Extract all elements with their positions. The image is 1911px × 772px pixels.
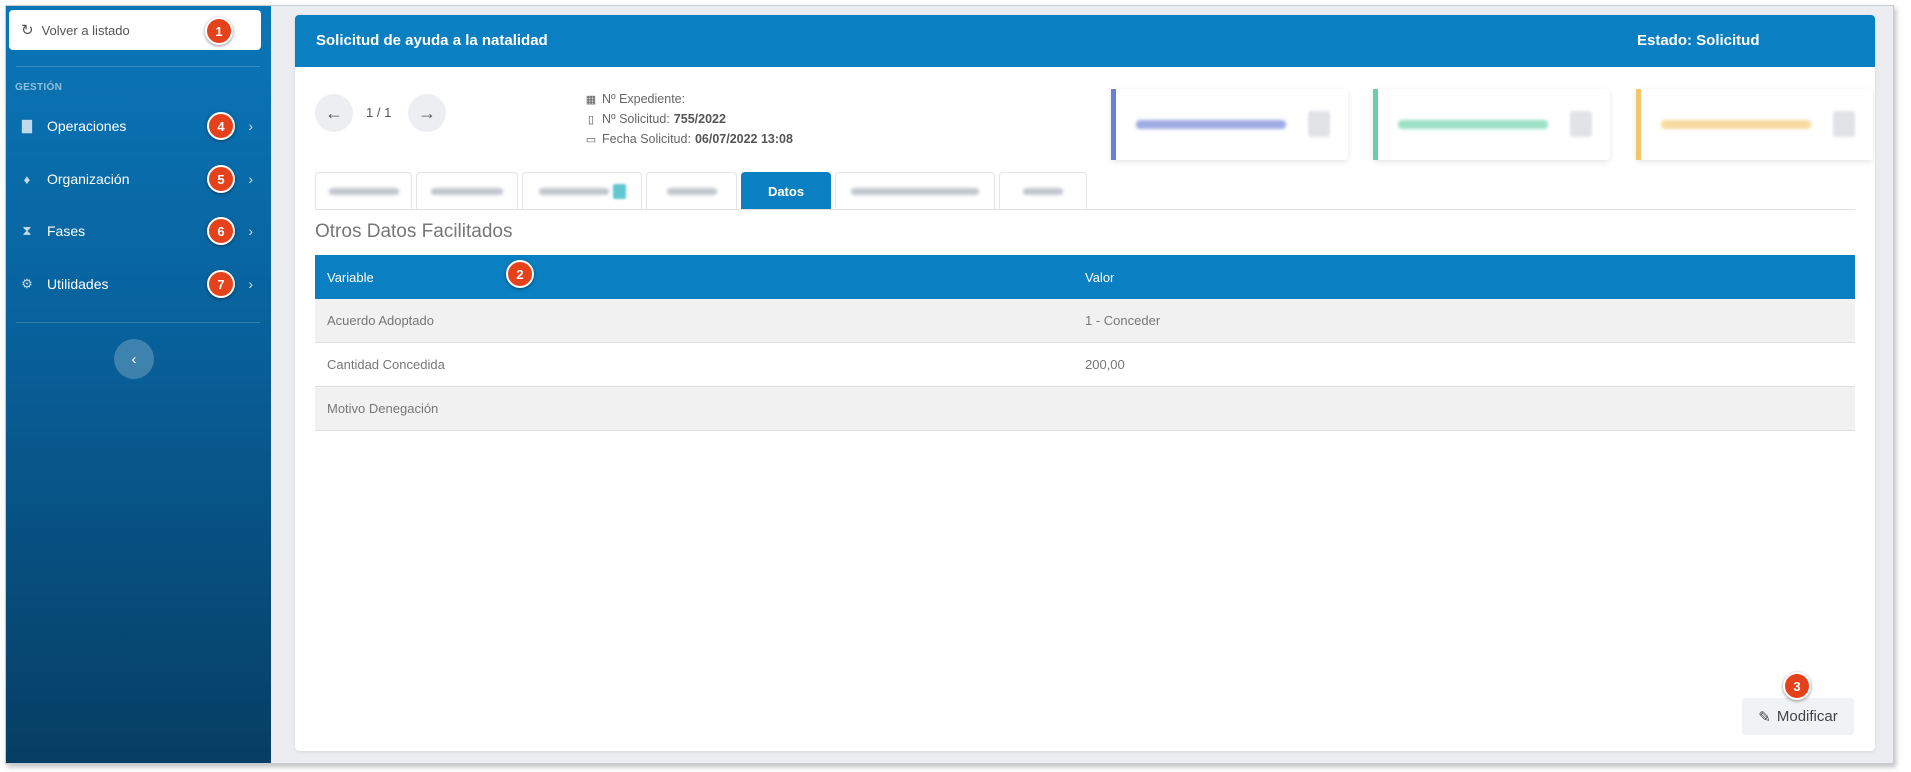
tab-count-badge	[612, 183, 626, 199]
card-accent-bar	[1373, 89, 1378, 160]
arrow-left-icon: ←	[325, 102, 343, 123]
table-row: Acuerdo Adoptado 1 - Conceder	[315, 299, 1855, 343]
sidebar: ↻ Volver a listado 1 GESTIÓN ▇ Operacion…	[6, 6, 271, 763]
callout-badge-2: 2	[506, 260, 534, 288]
chevron-right-icon: ›	[248, 223, 253, 239]
sidebar-item-label: Organización	[47, 171, 130, 187]
card-blurred-text	[1398, 120, 1548, 129]
expediente-label: Nº Expediente:	[602, 92, 686, 106]
tab-label: Datos	[767, 183, 805, 199]
sidebar-item-label: Operaciones	[47, 118, 127, 134]
fecha-line: ▭ Fecha Solicitud: 06/07/2022 13:08	[584, 132, 793, 146]
tab-blurred[interactable]	[416, 172, 518, 209]
summary-card[interactable]	[1373, 89, 1610, 160]
pager-indicator: 1 / 1	[366, 105, 392, 120]
table-row: Cantidad Concedida 200,00	[315, 343, 1855, 387]
status-label: Estado: Solicitud	[1637, 32, 1760, 49]
chevron-right-icon: ›	[248, 276, 253, 292]
column-header-variable: Variable	[327, 269, 374, 285]
callout-badge-1: 1	[205, 17, 233, 45]
table-header-row: Variable Valor	[315, 255, 1855, 299]
callout-badge-3: 3	[1783, 672, 1811, 700]
table-cell-variable: Acuerdo Adoptado	[327, 313, 434, 328]
table-cell-variable: Cantidad Concedida	[327, 357, 445, 372]
tab-blurred[interactable]	[646, 172, 737, 209]
cogs-icon: ⚙	[21, 276, 33, 291]
column-header-valor: Valor	[1085, 269, 1115, 285]
tab-blurred[interactable]	[522, 172, 642, 209]
card-blurred-text	[1136, 120, 1286, 129]
card-accent-bar	[1111, 89, 1116, 160]
tab-blurred[interactable]	[315, 172, 412, 209]
fecha-label: Fecha Solicitud:	[602, 132, 691, 146]
modify-button[interactable]: ✎ Modificar	[1742, 698, 1854, 735]
hourglass-icon: ⧗	[22, 223, 32, 238]
tab-blurred[interactable]	[999, 172, 1087, 209]
blurred-tab-label	[431, 187, 503, 195]
next-record-button[interactable]: →	[408, 94, 446, 132]
pin-icon: ♦	[23, 171, 31, 187]
sidebar-divider	[16, 66, 260, 67]
table-icon: ▦	[585, 93, 597, 106]
tabs-divider	[315, 209, 1855, 210]
sidebar-divider	[16, 322, 260, 323]
main-panel: Solicitud de ayuda a la natalidad Estado…	[295, 15, 1875, 751]
calendar-icon: ▭	[585, 133, 597, 146]
sidebar-section-label: GESTIÓN	[15, 82, 63, 93]
chevron-right-icon: ›	[248, 171, 253, 187]
solicitud-label: Nº Solicitud:	[602, 112, 670, 126]
blurred-tab-label	[538, 187, 609, 195]
card-blurred-text	[1661, 120, 1811, 129]
solicitud-value: 755/2022	[673, 112, 726, 126]
table-cell-valor: 200,00	[1085, 357, 1125, 372]
blurred-tab-label	[1023, 187, 1063, 195]
refresh-icon: ↻	[21, 22, 34, 39]
table-cell-variable: Motivo Denegación	[327, 401, 439, 416]
fecha-value: 06/07/2022 13:08	[694, 132, 793, 146]
tab-datos[interactable]: Datos	[741, 172, 831, 209]
back-to-list-label: Volver a listado	[41, 22, 130, 38]
app-window: ↻ Volver a listado 1 GESTIÓN ▇ Operacion…	[5, 5, 1894, 764]
chevron-left-icon: ‹	[131, 350, 137, 368]
data-table: Variable Valor Acuerdo Adoptado 1 - Conc…	[315, 255, 1855, 431]
arrow-right-icon: →	[418, 102, 436, 123]
summary-card[interactable]	[1636, 89, 1873, 160]
callout-badge-5: 5	[207, 165, 235, 193]
summary-card[interactable]	[1111, 89, 1348, 160]
blurred-tab-label	[851, 187, 979, 195]
blurred-tab-label	[666, 187, 717, 195]
card-icon	[1570, 111, 1592, 137]
tab-blurred[interactable]	[835, 172, 995, 209]
table-row: Motivo Denegación	[315, 387, 1855, 431]
panel-header: Solicitud de ayuda a la natalidad Estado…	[295, 15, 1875, 67]
callout-badge-6: 6	[207, 217, 235, 245]
collapse-sidebar-button[interactable]: ‹	[114, 339, 154, 379]
solicitud-line: ▯ Nº Solicitud: 755/2022	[584, 112, 726, 126]
chevron-right-icon: ›	[248, 118, 253, 134]
sidebar-item-label: Fases	[47, 223, 86, 239]
card-accent-bar	[1636, 89, 1641, 160]
card-icon	[1833, 111, 1855, 137]
document-icon: ▯	[587, 113, 595, 126]
blurred-tab-label	[328, 187, 399, 195]
edit-icon: ✎	[1758, 708, 1771, 726]
expediente-line: ▦ Nº Expediente:	[584, 92, 685, 106]
section-title: Otros Datos Facilitados	[315, 221, 513, 242]
sidebar-item-label: Utilidades	[47, 276, 109, 292]
callout-badge-4: 4	[207, 112, 235, 140]
file-icon: ▇	[22, 118, 32, 133]
callout-badge-7: 7	[207, 270, 235, 298]
modify-label: Modificar	[1776, 708, 1838, 725]
table-cell-valor: 1 - Conceder	[1085, 313, 1161, 328]
page-title: Solicitud de ayuda a la natalidad	[316, 32, 548, 49]
card-icon	[1308, 111, 1330, 137]
previous-record-button[interactable]: ←	[315, 94, 353, 132]
